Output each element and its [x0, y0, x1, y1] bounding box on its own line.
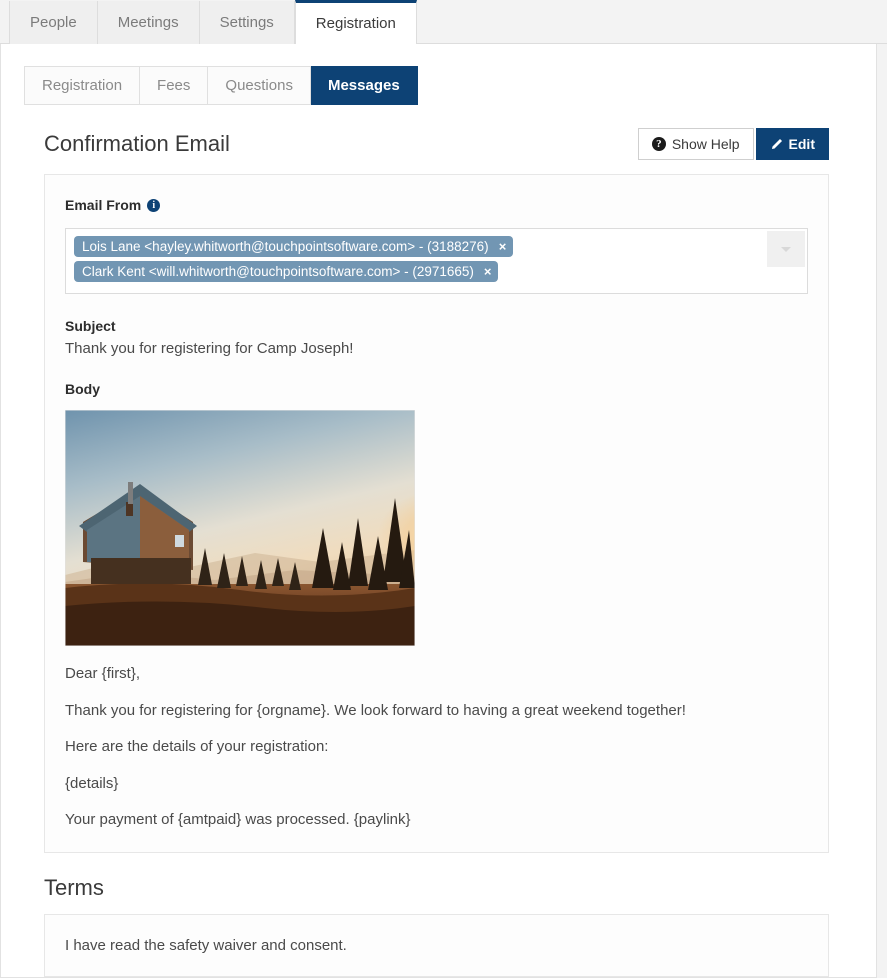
subject-value: Thank you for registering for Camp Josep…: [65, 340, 354, 357]
subtab-registration-label: Registration: [42, 77, 123, 94]
body-label: Body: [65, 381, 100, 397]
page-title: Confirmation Email: [44, 130, 230, 156]
tab-people[interactable]: People: [9, 1, 98, 44]
remove-token-icon[interactable]: ×: [484, 265, 492, 278]
tab-people-label: People: [30, 14, 77, 31]
terms-panel: I have read the safety waiver and consen…: [44, 913, 829, 977]
email-from-token[interactable]: Lois Lane <hayley.whitworth@touchpointso…: [74, 236, 514, 257]
body-paragraph: Thank you for registering for {orgname}.…: [65, 701, 686, 719]
terms-text: I have read the safety waiver and consen…: [65, 936, 347, 954]
tab-registration-label: Registration: [315, 15, 396, 32]
subtab-messages-label: Messages: [327, 77, 400, 94]
email-from-label-row: Email From i: [65, 197, 808, 213]
edit-button[interactable]: Edit: [755, 128, 829, 160]
show-help-button[interactable]: ? Show Help: [637, 128, 754, 160]
token-label: Clark Kent <will.whitworth@touchpointsof…: [82, 264, 474, 279]
tab-registration[interactable]: Registration: [294, 0, 417, 45]
question-circle-icon: ?: [651, 137, 666, 151]
token-label: Lois Lane <hayley.whitworth@touchpointso…: [82, 239, 489, 254]
remove-token-icon[interactable]: ×: [499, 240, 507, 253]
tab-settings[interactable]: Settings: [199, 1, 295, 44]
confirmation-email-panel: Email From i Lois Lane <hayley.whitworth…: [44, 174, 829, 853]
subtab-messages[interactable]: Messages: [310, 66, 418, 105]
subtab-fees[interactable]: Fees: [140, 66, 209, 105]
terms-title: Terms: [44, 874, 104, 900]
secondary-tabs: Registration Fees Questions Messages: [1, 44, 876, 105]
tab-meetings-label: Meetings: [117, 14, 179, 31]
confirmation-email-header: Confirmation Email ? Show Help Edit: [1, 128, 876, 160]
tab-meetings[interactable]: Meetings: [97, 1, 200, 44]
tab-settings-label: Settings: [219, 14, 274, 31]
terms-header: Terms: [1, 874, 876, 900]
body-paragraph: Here are the details of your registratio…: [65, 738, 329, 755]
email-from-label: Email From: [65, 197, 142, 213]
show-help-label: Show Help: [671, 136, 740, 152]
subject-label: Subject: [65, 318, 116, 334]
primary-tab-strip: People Meetings Settings Registration: [0, 0, 887, 45]
subtab-questions[interactable]: Questions: [208, 66, 311, 105]
body-paragraph: {details}: [65, 774, 119, 792]
email-from-multiselect[interactable]: Lois Lane <hayley.whitworth@touchpointso…: [65, 228, 808, 294]
body-paragraph: Your payment of {amtpaid} was processed.…: [65, 811, 411, 828]
chevron-down-icon[interactable]: [767, 231, 805, 267]
info-circle-icon[interactable]: i: [147, 198, 161, 212]
email-from-token[interactable]: Clark Kent <will.whitworth@touchpointsof…: [74, 261, 499, 282]
cabin-at-sunset-photo: [65, 410, 415, 646]
primary-tabs: People Meetings Settings Registration: [0, 0, 887, 45]
header-actions: ? Show Help Edit: [637, 128, 829, 160]
body-paragraph: Dear {first},: [65, 665, 141, 682]
main-content-card: Registration Fees Questions Messages Con…: [0, 44, 877, 978]
edit-label: Edit: [788, 136, 815, 152]
subtab-questions-label: Questions: [225, 77, 293, 94]
subtab-registration[interactable]: Registration: [24, 66, 141, 105]
pencil-icon: [770, 138, 783, 151]
email-body: Dear {first}, Thank you for registering …: [65, 410, 808, 830]
subtab-fees-label: Fees: [157, 77, 191, 94]
